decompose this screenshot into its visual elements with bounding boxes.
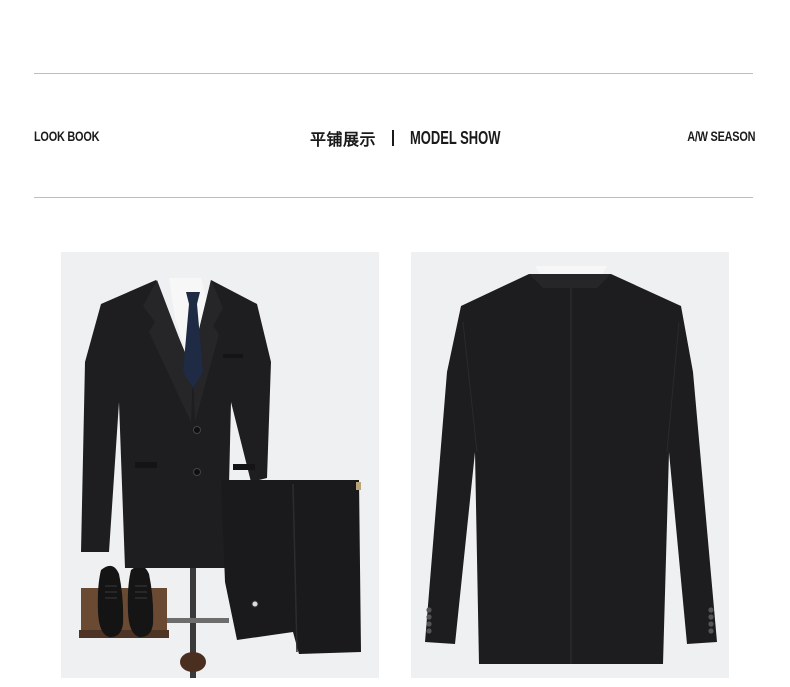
jacket-button-top bbox=[193, 426, 201, 434]
trouser-button bbox=[251, 600, 259, 608]
trouser-clasp bbox=[356, 482, 361, 490]
look-book-label: LOOK BOOK bbox=[34, 128, 100, 144]
section-title-cn: 平铺展示 bbox=[310, 130, 377, 149]
wood-box-edge bbox=[79, 630, 169, 638]
suit-front-photo bbox=[61, 252, 379, 678]
breast-pocket bbox=[223, 354, 243, 358]
bottom-divider-line bbox=[34, 197, 753, 198]
stand-base bbox=[180, 652, 206, 672]
stand-crossbar bbox=[167, 618, 229, 623]
top-divider-line bbox=[34, 73, 753, 74]
section-title-en: MODEL SHOW bbox=[410, 127, 501, 148]
jacket-collar-back bbox=[529, 274, 611, 288]
suit-back-photo bbox=[411, 252, 729, 678]
suit-back-illustration bbox=[425, 266, 717, 664]
folded-trousers bbox=[221, 480, 361, 654]
season-label: A/W SEASON bbox=[686, 128, 755, 144]
jacket-button-bottom bbox=[193, 468, 201, 476]
title-separator bbox=[392, 130, 395, 146]
suit-front-illustration bbox=[79, 278, 361, 678]
left-pocket-flap bbox=[135, 462, 157, 468]
section-title: 平铺展示 MODEL SHOW bbox=[310, 126, 536, 150]
right-pocket-flap bbox=[233, 464, 255, 470]
